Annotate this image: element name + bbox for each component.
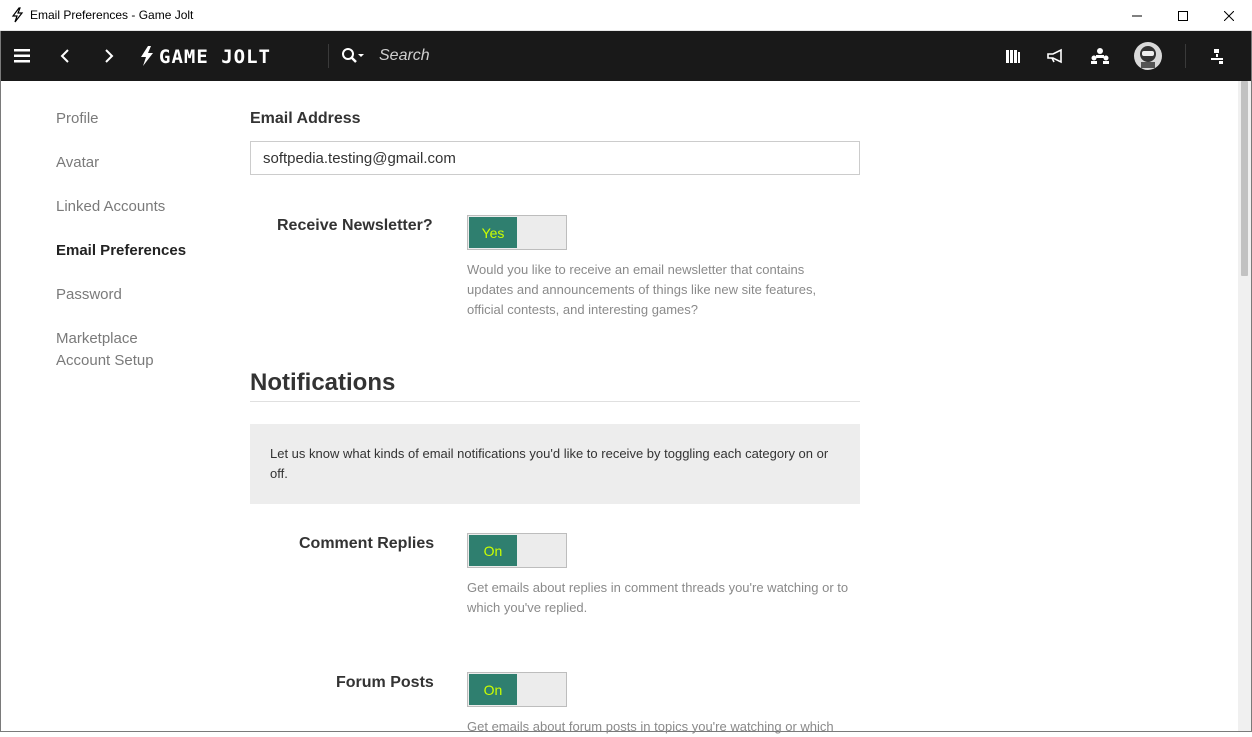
- chevron-left-icon: [60, 49, 69, 63]
- comment-replies-help-text: Get emails about replies in comment thre…: [467, 580, 849, 615]
- sidebar-item-linked-accounts[interactable]: Linked Accounts: [56, 196, 165, 218]
- app-navbar: GAME JOLT Search: [1, 31, 1251, 81]
- minimize-button[interactable]: [1114, 0, 1160, 31]
- newsletter-toggle-state: Yes: [469, 217, 517, 248]
- chevron-right-icon: [105, 49, 114, 63]
- hamburger-menu-button[interactable]: [7, 44, 37, 68]
- vertical-scrollbar[interactable]: [1238, 81, 1251, 731]
- maximize-button[interactable]: [1160, 0, 1206, 31]
- friends-icon: [1091, 48, 1109, 64]
- gamejolt-app-icon: [11, 7, 24, 23]
- library-button[interactable]: [1001, 44, 1025, 68]
- forum-posts-help-text: Get emails about forum posts in topics y…: [467, 719, 834, 734]
- newsletter-label: Receive Newsletter?: [277, 217, 433, 234]
- hamburger-icon: [14, 49, 30, 63]
- sidebar-item-avatar[interactable]: Avatar: [56, 152, 99, 174]
- sidebar-item-email-preferences[interactable]: Email Preferences: [56, 240, 186, 262]
- megaphone-icon: [1047, 48, 1062, 64]
- toggle-right-panel-button[interactable]: [1205, 44, 1229, 68]
- announcements-button[interactable]: [1044, 44, 1068, 68]
- gamejolt-logo-graphic: GAME JOLT: [141, 46, 271, 67]
- email-address-label: Email Address: [250, 110, 361, 127]
- comment-replies-toggle[interactable]: On: [467, 533, 567, 568]
- sidebar-item-profile[interactable]: Profile: [56, 108, 99, 130]
- close-button[interactable]: [1206, 0, 1252, 31]
- window-titlebar: Email Preferences - Game Jolt: [0, 0, 1252, 31]
- forward-button[interactable]: [95, 44, 123, 68]
- newsletter-help-text: Would you like to receive an email newsl…: [467, 262, 817, 317]
- panel-toggle-icon: [1211, 49, 1223, 64]
- forum-posts-toggle[interactable]: On: [467, 672, 567, 707]
- sidebar-item-marketplace-account-setup[interactable]: Marketplace Account Setup: [56, 328, 154, 372]
- friends-button[interactable]: [1087, 44, 1113, 68]
- gamejolt-logo[interactable]: GAME JOLT: [139, 45, 307, 67]
- svg-text:GAME JOLT: GAME JOLT: [159, 46, 271, 67]
- nav-divider: [328, 44, 329, 68]
- search-menu-button[interactable]: [339, 44, 367, 68]
- forum-posts-label: Forum Posts: [336, 674, 434, 691]
- comment-replies-toggle-state: On: [469, 535, 517, 566]
- maximize-icon: [1178, 10, 1188, 21]
- close-icon: [1224, 10, 1234, 21]
- back-button[interactable]: [51, 44, 79, 68]
- minimize-icon: [1132, 15, 1142, 16]
- sidebar-item-password[interactable]: Password: [56, 284, 122, 306]
- search-icon: [342, 48, 364, 63]
- user-avatar-button[interactable]: [1132, 40, 1164, 72]
- forum-posts-toggle-state: On: [469, 674, 517, 705]
- avatar: [1134, 42, 1162, 70]
- window-title: Email Preferences - Game Jolt: [30, 8, 194, 22]
- email-address-input[interactable]: [250, 141, 860, 175]
- section-divider: [250, 401, 860, 402]
- library-icon: [1006, 50, 1020, 63]
- notifications-heading: Notifications: [250, 369, 396, 396]
- comment-replies-label: Comment Replies: [299, 535, 435, 552]
- newsletter-toggle[interactable]: Yes: [467, 215, 567, 250]
- window-frame-left: [0, 0, 1, 732]
- nav-divider-right: [1185, 44, 1186, 68]
- search-input[interactable]: Search: [379, 47, 430, 65]
- scrollbar-thumb[interactable]: [1241, 81, 1248, 276]
- notifications-info-box: Let us know what kinds of email notifica…: [250, 424, 860, 504]
